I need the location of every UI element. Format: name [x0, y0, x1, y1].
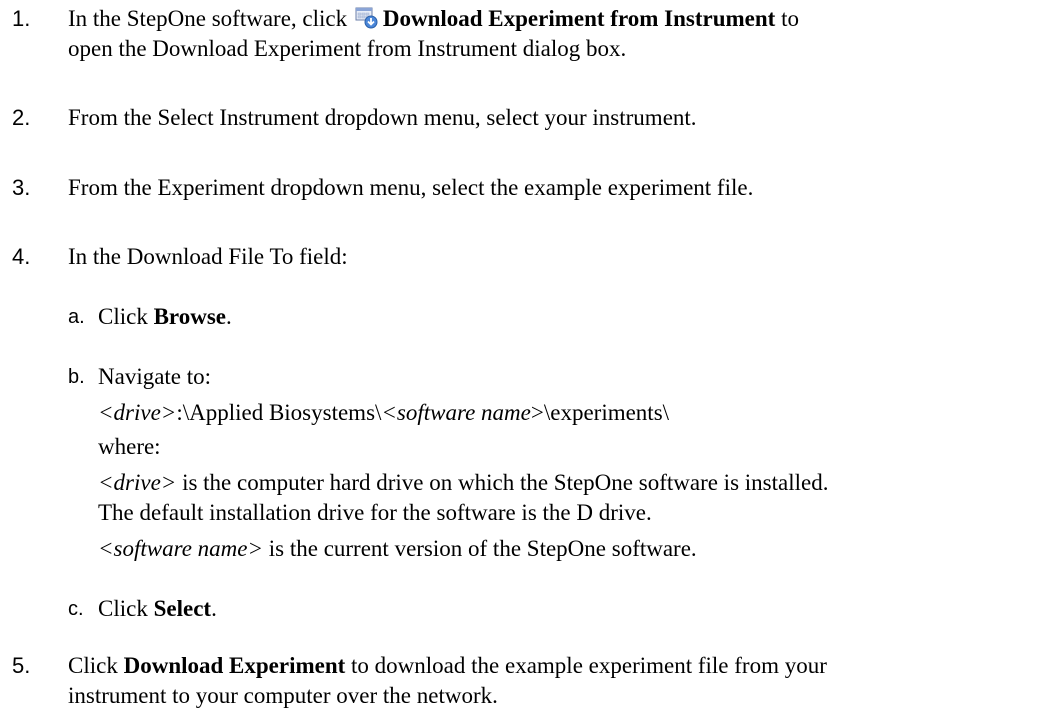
step-5: 5. Click Download Experiment to download… — [12, 651, 1032, 711]
step-text: In the StepOne software, click — [68, 6, 353, 31]
where-label: where: — [98, 434, 161, 459]
step-bold-text: Download Experiment from Instrument — [382, 6, 776, 31]
substep-c: c. Click Select. — [68, 594, 1028, 624]
step-number: 3. — [12, 175, 31, 200]
step-text-line2: instrument to your computer over the net… — [68, 683, 498, 708]
step-number: 5. — [12, 653, 31, 678]
step-number: 1. — [12, 6, 31, 31]
step-1: 1. In the StepOne software, click Downlo… — [12, 4, 1032, 64]
substep-letter: b. — [68, 366, 85, 388]
path-line: <drive>:\Applied Biosystems\<software na… — [98, 400, 670, 425]
substep-letter: c. — [68, 598, 84, 620]
drive-definition: <drive> is the computer hard drive on wh… — [98, 470, 829, 495]
download-experiment-icon — [355, 7, 379, 29]
step-number: 4. — [12, 244, 31, 269]
substep-bold-text: Browse — [153, 304, 226, 329]
drive-definition-line2: The default installation drive for the s… — [98, 500, 652, 525]
step-text-line2: open the Download Experiment from Instru… — [68, 36, 627, 61]
step-4: 4. In the Download File To field: — [12, 242, 1032, 272]
instruction-page: 1. In the StepOne software, click Downlo… — [0, 0, 1049, 717]
substep-bold-text: Select — [153, 596, 212, 621]
substep-text: Navigate to: — [98, 364, 212, 389]
substep-a: a. Click Browse. — [68, 302, 1028, 332]
substep-letter: a. — [68, 306, 85, 328]
step-number: 2. — [12, 105, 31, 130]
step-2: 2. From the Select Instrument dropdown m… — [12, 103, 1032, 133]
step-text: From the Experiment dropdown menu, selec… — [68, 175, 754, 200]
substep-b: b. Navigate to: <drive>:\Applied Biosyst… — [68, 362, 1028, 564]
software-definition: <software name> is the current version o… — [98, 536, 697, 561]
step-bold-text: Download Experiment — [123, 653, 346, 678]
step-text: From the Select Instrument dropdown menu… — [68, 105, 697, 130]
step-3: 3. From the Experiment dropdown menu, se… — [12, 173, 1032, 203]
step-text: In the Download File To field: — [68, 244, 348, 269]
